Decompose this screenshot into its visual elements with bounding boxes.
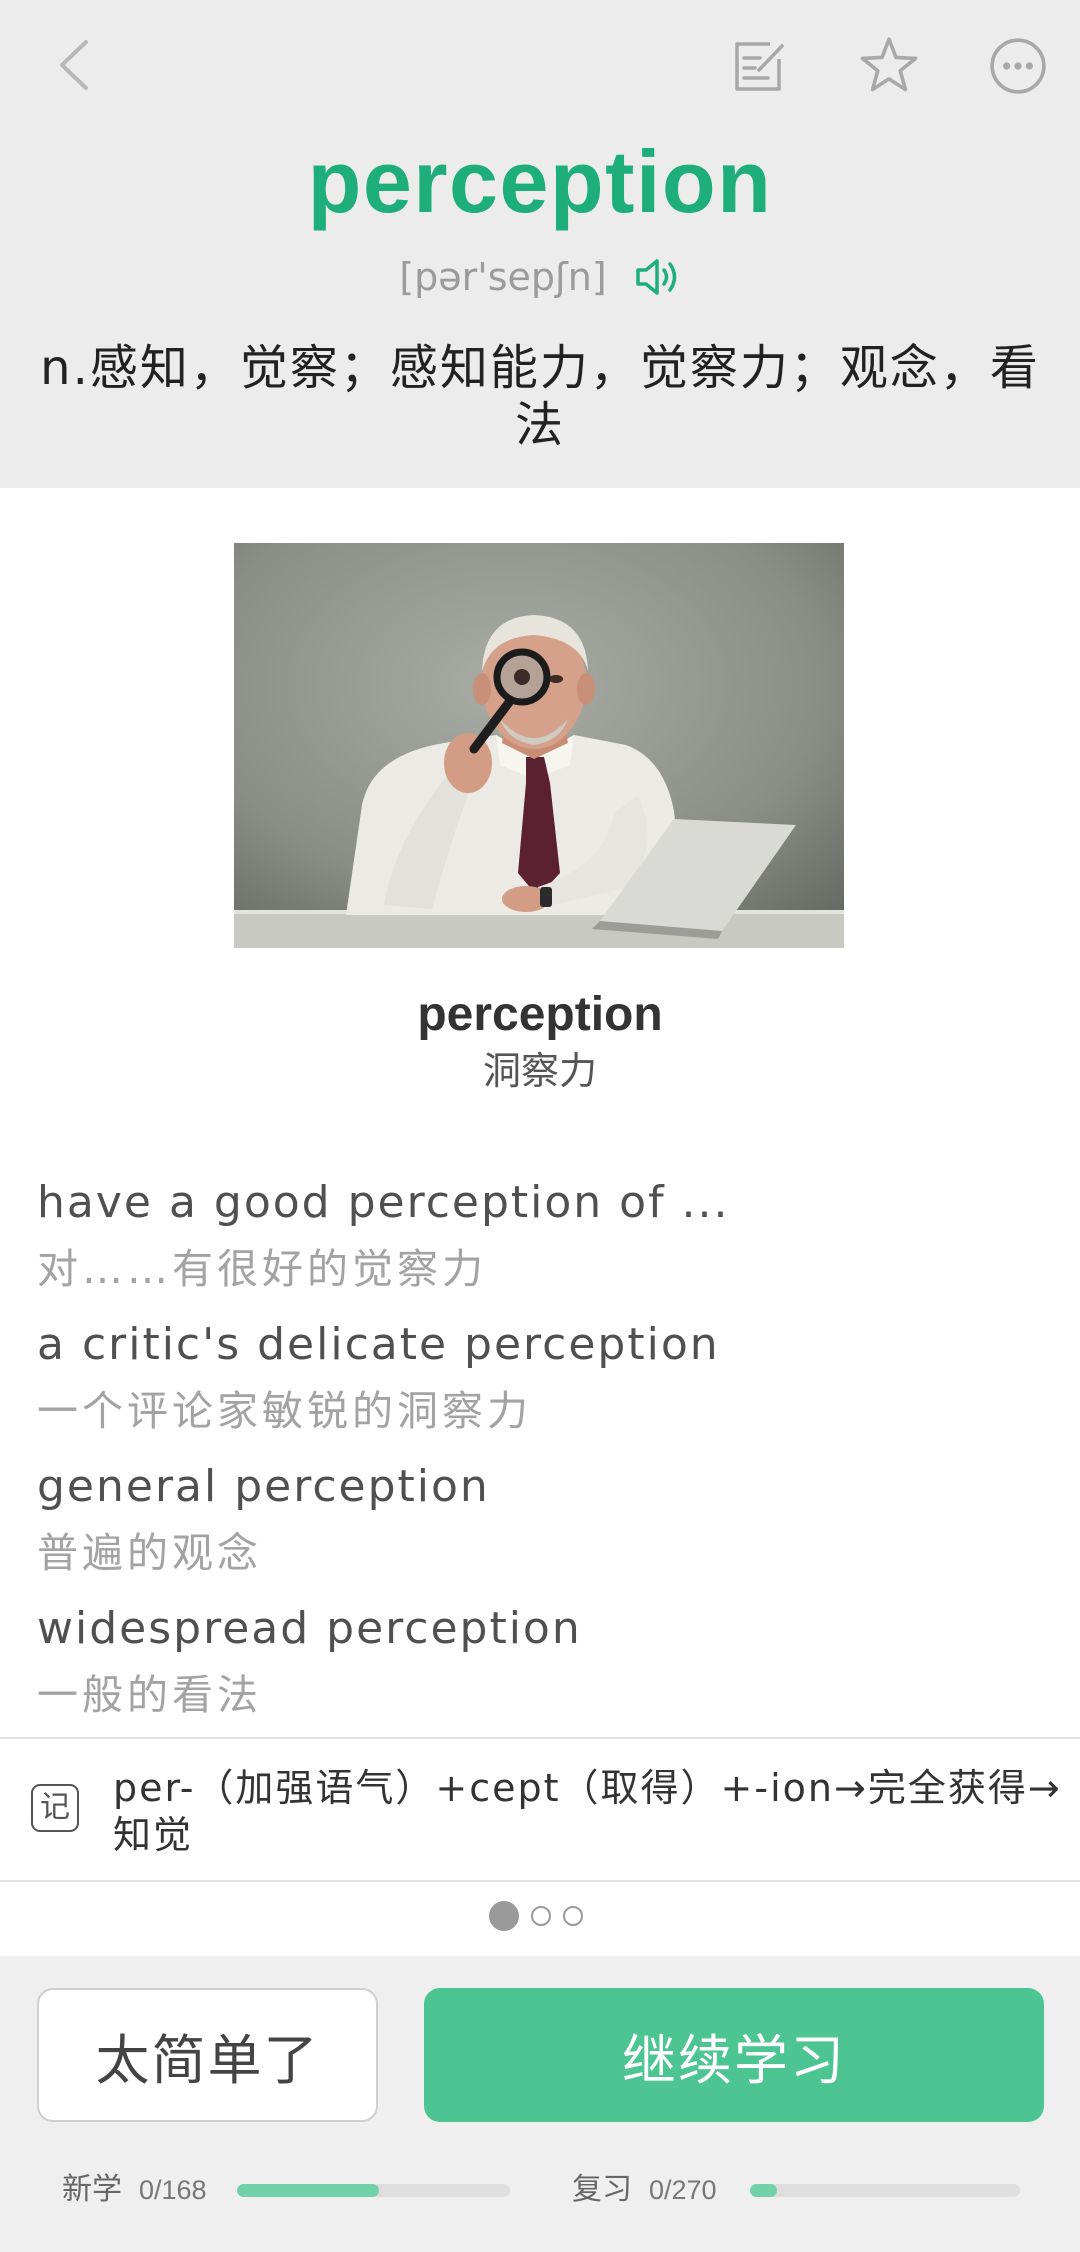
pronunciation-row: [pər'sepʃn] bbox=[0, 249, 1080, 305]
pagination-dot bbox=[531, 1906, 551, 1926]
phrase-english: general perception bbox=[37, 1461, 490, 1512]
wristwatch bbox=[540, 887, 552, 907]
phrase-item: widespread perception 一般的看法 bbox=[37, 1596, 1043, 1728]
memory-tip-text: per-（加强语气）+cept（取得）+-ion→完全获得→ 知觉 bbox=[113, 1765, 1073, 1859]
back-button[interactable] bbox=[48, 34, 102, 96]
review-count: 0/270 bbox=[649, 2175, 717, 2205]
illustration-caption-word: perception bbox=[417, 988, 663, 1041]
phrase-chinese: 普遍的观念 bbox=[37, 1529, 262, 1577]
new-words-progress-bar bbox=[237, 2184, 510, 2197]
continue-learning-button[interactable]: 继续学习 bbox=[424, 1988, 1044, 2122]
phrase-chinese: 一般的看法 bbox=[37, 1671, 262, 1719]
phrase-list: have a good perception of ... 对……有很好的觉察力… bbox=[37, 1170, 1043, 1738]
review-label: 复习 bbox=[572, 2172, 632, 2207]
pagination-dot bbox=[489, 1901, 519, 1931]
review-progress-bar bbox=[750, 2184, 1020, 2197]
phrase-item: a critic's delicate perception 一个评论家敏锐的洞… bbox=[37, 1312, 1043, 1444]
phrase-item: have a good perception of ... 对……有很好的觉察力 bbox=[37, 1170, 1043, 1302]
memory-tip-line: 知觉 bbox=[113, 1813, 194, 1857]
phrase-english: a critic's delicate perception bbox=[37, 1319, 720, 1370]
illustration-photo bbox=[234, 543, 844, 948]
favorite-button[interactable] bbox=[857, 34, 921, 98]
too-easy-button[interactable]: 太简单了 bbox=[37, 1988, 378, 2122]
more-options-icon bbox=[990, 38, 1046, 94]
phrase-english: have a good perception of ... bbox=[37, 1177, 730, 1228]
word-definition: n.感知，觉察；感知能力，觉察力；观念，看法 bbox=[40, 340, 1040, 453]
divider bbox=[0, 1880, 1080, 1882]
desk bbox=[234, 910, 844, 948]
pagination-indicator bbox=[489, 1901, 583, 1931]
memory-tip-line: per-（加强语气）+cept（取得）+-ion→完全获得→ bbox=[113, 1766, 1062, 1810]
edit-note-icon bbox=[735, 42, 784, 91]
chevron-left-icon bbox=[60, 40, 88, 90]
divider bbox=[0, 1737, 1080, 1739]
memory-tip-icon: 记 bbox=[31, 1784, 79, 1832]
phrase-english: widespread perception bbox=[37, 1603, 582, 1654]
word-header: perception [pər'sepʃn] n.感知，觉察；感知能力，觉察力；… bbox=[0, 0, 1080, 488]
review-progress-fill bbox=[750, 2184, 777, 2197]
phonetic-text: [pər'sepʃn] bbox=[399, 255, 607, 299]
phrase-item: general perception 普遍的观念 bbox=[37, 1454, 1043, 1586]
word-title: perception bbox=[307, 132, 773, 231]
word-detail-card: perception 洞察力 have a good perception of… bbox=[0, 488, 1080, 1956]
star-icon bbox=[860, 37, 918, 92]
study-footer: 太简单了 继续学习 新学 0/168 复习 0/270 bbox=[0, 1956, 1080, 2252]
speaker-icon bbox=[635, 259, 676, 295]
new-words-progress-fill bbox=[237, 2184, 379, 2197]
word-study-screen: perception [pər'sepʃn] n.感知，觉察；感知能力，觉察力；… bbox=[0, 0, 1080, 2252]
new-words-count: 0/168 bbox=[139, 2175, 207, 2205]
phrase-chinese: 对……有很好的觉察力 bbox=[37, 1245, 487, 1293]
pagination-dot bbox=[563, 1906, 583, 1926]
word-illustration bbox=[234, 543, 844, 948]
new-words-label: 新学 bbox=[62, 2172, 122, 2207]
more-options-button[interactable] bbox=[988, 36, 1048, 96]
phrase-chinese: 一个评论家敏锐的洞察力 bbox=[37, 1387, 532, 1435]
illustration-caption-meaning: 洞察力 bbox=[482, 1049, 597, 1093]
notes-button[interactable] bbox=[730, 37, 788, 95]
play-pronunciation-button[interactable] bbox=[633, 253, 681, 301]
